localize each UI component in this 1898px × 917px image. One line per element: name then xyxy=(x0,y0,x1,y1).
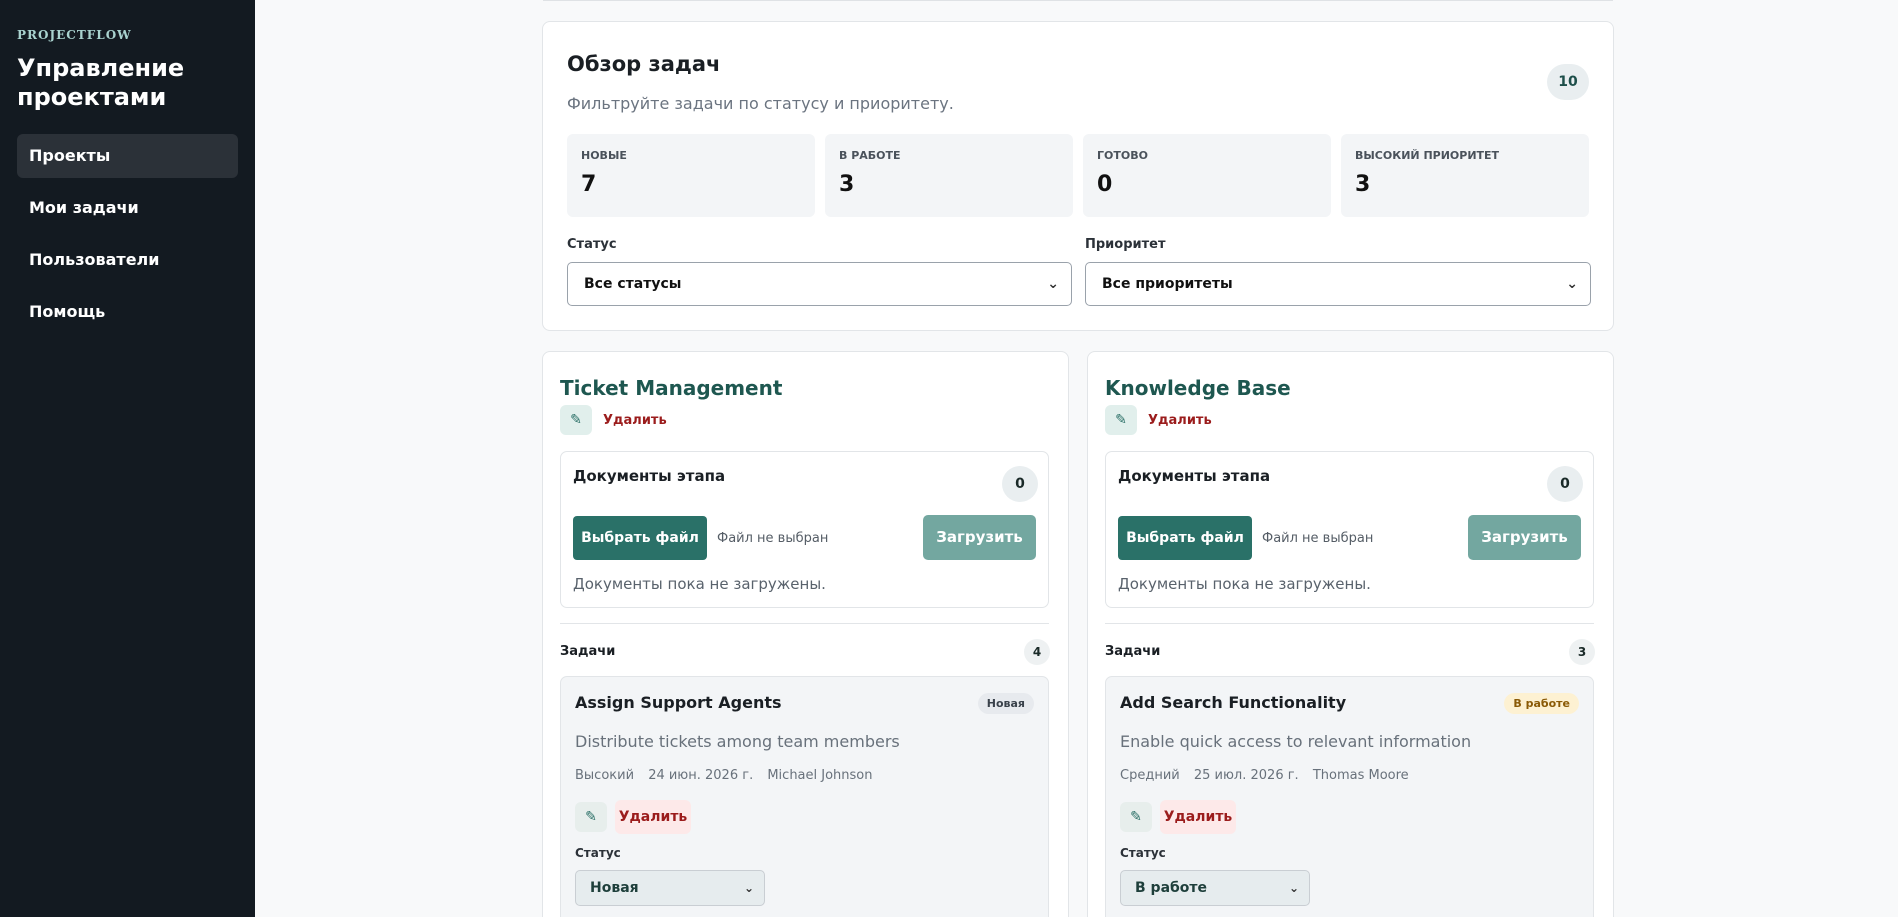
divider xyxy=(1105,623,1594,624)
task-status-label: Статус xyxy=(575,846,621,860)
task-assignee: Michael Johnson xyxy=(767,768,873,783)
stat-label: НОВЫЕ xyxy=(581,149,627,162)
chevron-down-icon: ⌄ xyxy=(1288,881,1299,895)
overview-subtitle: Фильтруйте задачи по статусу и приоритет… xyxy=(567,94,954,113)
task-due-date: 24 июн. 2026 г. xyxy=(648,768,754,783)
documents-title: Документы этапа xyxy=(573,467,726,485)
stat-value: 3 xyxy=(1355,172,1371,197)
stat-new: НОВЫЕ 7 xyxy=(567,134,815,217)
choose-file-button[interactable]: Выбрать файл xyxy=(1118,516,1252,560)
task-status-select[interactable]: В работе ⌄ xyxy=(1120,870,1310,906)
status-filter-value: Все статусы xyxy=(584,276,682,292)
delete-task-button[interactable]: Удалить xyxy=(1160,800,1236,834)
status-badge: В работе xyxy=(1504,693,1579,714)
project-title: Ticket Management xyxy=(560,376,783,400)
project-title: Knowledge Base xyxy=(1105,376,1291,400)
pencil-icon: ✎ xyxy=(1130,809,1142,825)
documents-empty-text: Документы пока не загружены. xyxy=(573,575,826,593)
tasks-count-badge: 4 xyxy=(1024,639,1050,665)
stat-in-progress: В РАБОТЕ 3 xyxy=(825,134,1073,217)
top-divider xyxy=(543,0,1613,1)
chevron-down-icon: ⌄ xyxy=(1566,276,1578,292)
sidebar-item-my-tasks[interactable]: Мои задачи xyxy=(17,186,238,230)
tasks-label: Задачи xyxy=(560,644,616,659)
priority-filter-label: Приоритет xyxy=(1085,237,1166,252)
stage-documents-panel: Документы этапа 0 Выбрать файл Файл не в… xyxy=(1105,451,1594,608)
documents-empty-text: Документы пока не загружены. xyxy=(1118,575,1371,593)
task-status-label: Статус xyxy=(1120,846,1166,860)
sidebar: PROJECTFLOW Управление проектами Проекты… xyxy=(0,0,255,917)
sidebar-item-projects[interactable]: Проекты xyxy=(17,134,238,178)
overview-title: Обзор задач xyxy=(567,52,721,76)
tasks-count-badge: 3 xyxy=(1569,639,1595,665)
priority-filter-select[interactable]: Все приоритеты ⌄ xyxy=(1085,262,1591,306)
stat-label: В РАБОТЕ xyxy=(839,149,901,162)
task-priority: Средний xyxy=(1120,768,1180,783)
edit-task-button[interactable]: ✎ xyxy=(1120,802,1152,832)
project-card: Knowledge Base ✎ Удалить Документы этапа… xyxy=(1087,351,1614,917)
project-card: Ticket Management ✎ Удалить Документы эт… xyxy=(542,351,1069,917)
task-card: Assign Support Agents Новая Distribute t… xyxy=(560,676,1049,917)
edit-task-button[interactable]: ✎ xyxy=(575,802,607,832)
sidebar-item-users[interactable]: Пользователи xyxy=(17,238,238,282)
chevron-down-icon: ⌄ xyxy=(743,881,754,895)
stat-done: ГОТОВО 0 xyxy=(1083,134,1331,217)
stat-value: 3 xyxy=(839,172,855,197)
chevron-down-icon: ⌄ xyxy=(1047,276,1059,292)
upload-button[interactable]: Загрузить xyxy=(1468,515,1581,560)
total-count-badge: 10 xyxy=(1547,64,1589,100)
no-file-text: Файл не выбран xyxy=(1262,531,1374,546)
divider xyxy=(560,623,1049,624)
task-overview-card: Обзор задач Фильтруйте задачи по статусу… xyxy=(542,21,1614,331)
edit-project-button[interactable]: ✎ xyxy=(1105,405,1137,435)
stat-label: ГОТОВО xyxy=(1097,149,1148,162)
delete-task-button[interactable]: Удалить xyxy=(615,800,691,834)
task-assignee: Thomas Moore xyxy=(1312,768,1409,783)
task-description: Distribute tickets among team members xyxy=(575,732,900,751)
documents-count-badge: 0 xyxy=(1002,466,1038,502)
delete-project-button[interactable]: Удалить xyxy=(1148,413,1212,428)
status-filter-label: Статус xyxy=(567,237,617,252)
stat-label: ВЫСОКИЙ ПРИОРИТЕТ xyxy=(1355,149,1500,162)
task-priority: Высокий xyxy=(575,768,635,783)
task-card: Add Search Functionality В работе Enable… xyxy=(1105,676,1594,917)
task-title: Assign Support Agents xyxy=(575,693,782,712)
priority-filter-value: Все приоритеты xyxy=(1102,276,1233,292)
documents-title: Документы этапа xyxy=(1118,467,1271,485)
choose-file-button[interactable]: Выбрать файл xyxy=(573,516,707,560)
app-title: Управление проектами xyxy=(17,54,185,111)
sidebar-item-help[interactable]: Помощь xyxy=(17,290,238,334)
task-meta: Средний 25 июл. 2026 г. Thomas Moore xyxy=(1120,768,1419,783)
tasks-label: Задачи xyxy=(1105,644,1161,659)
stat-value: 7 xyxy=(581,172,597,197)
stat-high-priority: ВЫСОКИЙ ПРИОРИТЕТ 3 xyxy=(1341,134,1589,217)
pencil-icon: ✎ xyxy=(570,412,582,428)
stat-value: 0 xyxy=(1097,172,1113,197)
brand-label: PROJECTFLOW xyxy=(17,28,132,42)
task-description: Enable quick access to relevant informat… xyxy=(1120,732,1472,751)
sidebar-nav: Проекты Мои задачи Пользователи Помощь xyxy=(17,134,238,334)
stage-documents-panel: Документы этапа 0 Выбрать файл Файл не в… xyxy=(560,451,1049,608)
status-filter-select[interactable]: Все статусы ⌄ xyxy=(567,262,1072,306)
task-status-value: В работе xyxy=(1135,880,1208,896)
no-file-text: Файл не выбран xyxy=(717,531,829,546)
edit-project-button[interactable]: ✎ xyxy=(560,405,592,435)
documents-count-badge: 0 xyxy=(1547,466,1583,502)
upload-button[interactable]: Загрузить xyxy=(923,515,1036,560)
task-status-select[interactable]: Новая ⌄ xyxy=(575,870,765,906)
task-title: Add Search Functionality xyxy=(1120,693,1347,712)
pencil-icon: ✎ xyxy=(1115,412,1127,428)
delete-project-button[interactable]: Удалить xyxy=(603,413,667,428)
task-meta: Высокий 24 июн. 2026 г. Michael Johnson xyxy=(575,768,883,783)
pencil-icon: ✎ xyxy=(585,809,597,825)
status-badge: Новая xyxy=(977,693,1034,714)
task-status-value: Новая xyxy=(590,880,639,896)
task-due-date: 25 июл. 2026 г. xyxy=(1193,768,1299,783)
